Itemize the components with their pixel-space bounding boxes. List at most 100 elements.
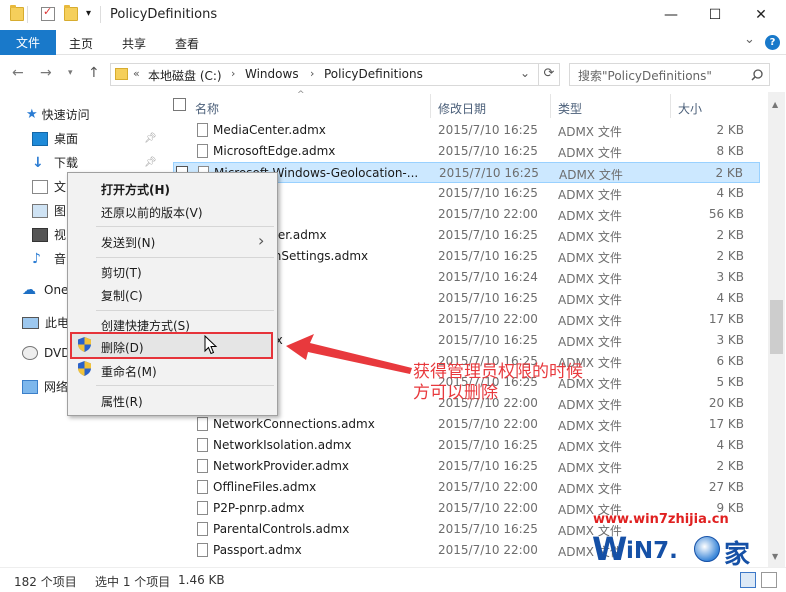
- scroll-down-icon[interactable]: ▼: [772, 552, 778, 561]
- tab-home[interactable]: 主页: [69, 35, 93, 52]
- nav-documents[interactable]: 文: [32, 178, 66, 195]
- minimize-button[interactable]: —: [648, 0, 694, 30]
- menu-separator: [96, 226, 274, 227]
- vertical-scrollbar[interactable]: ▲ ▼: [768, 92, 785, 567]
- star-icon: ★: [26, 107, 38, 122]
- file-name: MediaCenter.admx: [213, 123, 326, 137]
- column-type[interactable]: 类型: [558, 100, 582, 117]
- breadcrumb-windows[interactable]: Windows: [245, 67, 299, 81]
- file-date: 2015/7/10 16:25: [438, 123, 538, 137]
- nav-music[interactable]: ♪ 音: [32, 250, 66, 267]
- table-row[interactable]: NetworkIsolation.admx 2015/7/10 16:25 ADMX…: [173, 435, 760, 456]
- picture-icon: [32, 203, 48, 218]
- table-row[interactable]: OfflineFiles.admx 2015/7/10 22:00 ADMX 文件 2…: [173, 477, 760, 498]
- help-icon[interactable]: ?: [765, 35, 780, 50]
- file-date: 2015/7/10 22:00: [438, 501, 538, 515]
- breadcrumb-separator-icon[interactable]: ›: [310, 67, 314, 80]
- table-row[interactable]: NetworkConnections.admx 2015/7/10 22:00 AD…: [173, 414, 760, 435]
- nav-dvd[interactable]: DVD: [22, 346, 70, 360]
- pin-icon[interactable]: 📌︎: [144, 157, 157, 168]
- file-size: 2 KB: [716, 249, 744, 263]
- table-row[interactable]: MediaCenter.admx 2015/7/10 16:25 ADMX 文件 2 …: [173, 120, 760, 141]
- breadcrumb-separator-icon[interactable]: ›: [231, 67, 235, 80]
- nav-quick-access[interactable]: ★ 快速访问: [26, 106, 90, 123]
- scroll-up-icon[interactable]: ▲: [772, 100, 778, 109]
- file-size: 17 KB: [708, 417, 744, 431]
- menu-copy[interactable]: 复制(C): [101, 287, 143, 304]
- column-name[interactable]: 名称: [195, 100, 219, 117]
- column-divider[interactable]: [670, 94, 671, 118]
- table-row[interactable]: MicrosoftEdge.admx 2015/7/10 16:25 ADMX 文件…: [173, 141, 760, 162]
- file-size: 3 KB: [716, 270, 744, 284]
- file-size: 27 KB: [708, 480, 744, 494]
- file-date: 2015/7/10 16:25: [438, 333, 538, 347]
- column-divider[interactable]: [430, 94, 431, 118]
- nav-pictures[interactable]: 图: [32, 202, 66, 219]
- menu-delete[interactable]: 删除(D): [101, 339, 144, 356]
- search-input[interactable]: 搜索"PolicyDefinitions": [569, 63, 770, 86]
- pin-icon[interactable]: 📌︎: [144, 133, 157, 144]
- select-all-checkbox[interactable]: [173, 98, 186, 111]
- title-bar: ✓ ▾ PolicyDefinitions — ☐ ✕: [0, 0, 786, 30]
- up-arrow-icon[interactable]: ↑: [88, 65, 100, 81]
- tab-file[interactable]: 文件: [0, 30, 56, 55]
- annotation-arrow: [286, 334, 412, 374]
- properties-icon[interactable]: ✓: [41, 5, 55, 21]
- tab-share[interactable]: 共享: [122, 35, 146, 52]
- scrollbar-thumb[interactable]: [770, 300, 783, 354]
- back-arrow-icon[interactable]: ←: [12, 65, 24, 81]
- details-view-icon[interactable]: [740, 572, 756, 588]
- menu-separator: [96, 385, 274, 386]
- nav-network[interactable]: 网络: [22, 378, 68, 395]
- forward-arrow-icon[interactable]: →: [40, 65, 52, 81]
- menu-send-to[interactable]: 发送到(N): [101, 234, 155, 251]
- nav-downloads[interactable]: ↓ 下载 📌︎: [32, 154, 157, 171]
- context-menu: 打开方式(H) 还原以前的版本(V) 发送到(N) › 剪切(T) 复制(C) …: [67, 172, 278, 416]
- file-size: 2 KB: [715, 166, 743, 180]
- nav-onedrive[interactable]: ☁ One: [22, 282, 68, 298]
- table-row[interactable]: NetworkProvider.admx 2015/7/10 16:25 ADMX …: [173, 456, 760, 477]
- address-bar[interactable]: « 本地磁盘 (C:) › Windows › PolicyDefinition…: [110, 63, 560, 86]
- ribbon-expand-icon[interactable]: ⌄: [744, 32, 755, 47]
- file-icon: [197, 459, 208, 473]
- file-name: Passport.admx: [213, 543, 302, 557]
- quick-access-dropdown-icon[interactable]: ▾: [86, 8, 91, 19]
- file-size: 5 KB: [716, 375, 744, 389]
- uac-shield-icon: [78, 337, 91, 352]
- file-name: NetworkProvider.admx: [213, 459, 349, 473]
- menu-rename[interactable]: 重命名(M): [101, 363, 157, 380]
- folder-icon: [115, 68, 128, 80]
- close-button[interactable]: ✕: [738, 0, 784, 30]
- maximize-button[interactable]: ☐: [692, 0, 738, 30]
- window-title: PolicyDefinitions: [110, 7, 218, 22]
- breadcrumb-policydefinitions[interactable]: PolicyDefinitions: [324, 67, 423, 81]
- column-date[interactable]: 修改日期: [438, 100, 486, 117]
- menu-open-with[interactable]: 打开方式(H): [101, 181, 170, 198]
- new-folder-icon[interactable]: [64, 5, 78, 21]
- nav-desktop[interactable]: 桌面 📌︎: [32, 130, 157, 147]
- address-dropdown-icon[interactable]: ⌄: [520, 66, 530, 80]
- menu-properties[interactable]: 属性(R): [101, 393, 143, 410]
- file-date: 2015/7/10 16:25: [438, 144, 538, 158]
- refresh-icon[interactable]: ⟳: [538, 63, 559, 86]
- menu-cut[interactable]: 剪切(T): [101, 264, 142, 281]
- column-divider[interactable]: [550, 94, 551, 118]
- tab-view[interactable]: 查看: [175, 35, 199, 52]
- document-icon: [32, 179, 48, 194]
- watermark-logo: W iN7. 家: [592, 530, 751, 570]
- recent-locations-icon[interactable]: ▾: [68, 68, 73, 78]
- nav-this-pc[interactable]: 此电: [22, 314, 69, 331]
- column-size[interactable]: 大小: [678, 100, 702, 117]
- address-overflow-icon[interactable]: «: [133, 67, 140, 80]
- file-type: ADMX 文件: [558, 230, 622, 244]
- menu-separator: [96, 257, 274, 258]
- breadcrumb-local-disk[interactable]: 本地磁盘 (C:): [148, 67, 222, 84]
- search-icon[interactable]: [751, 69, 763, 81]
- nav-videos[interactable]: 视: [32, 226, 66, 243]
- file-icon: [197, 501, 208, 515]
- file-size: 4 KB: [716, 438, 744, 452]
- file-date: 2015/7/10 16:25: [438, 186, 538, 200]
- menu-restore-versions[interactable]: 还原以前的版本(V): [101, 204, 203, 221]
- menu-separator: [96, 310, 274, 311]
- large-icons-view-icon[interactable]: [761, 572, 777, 588]
